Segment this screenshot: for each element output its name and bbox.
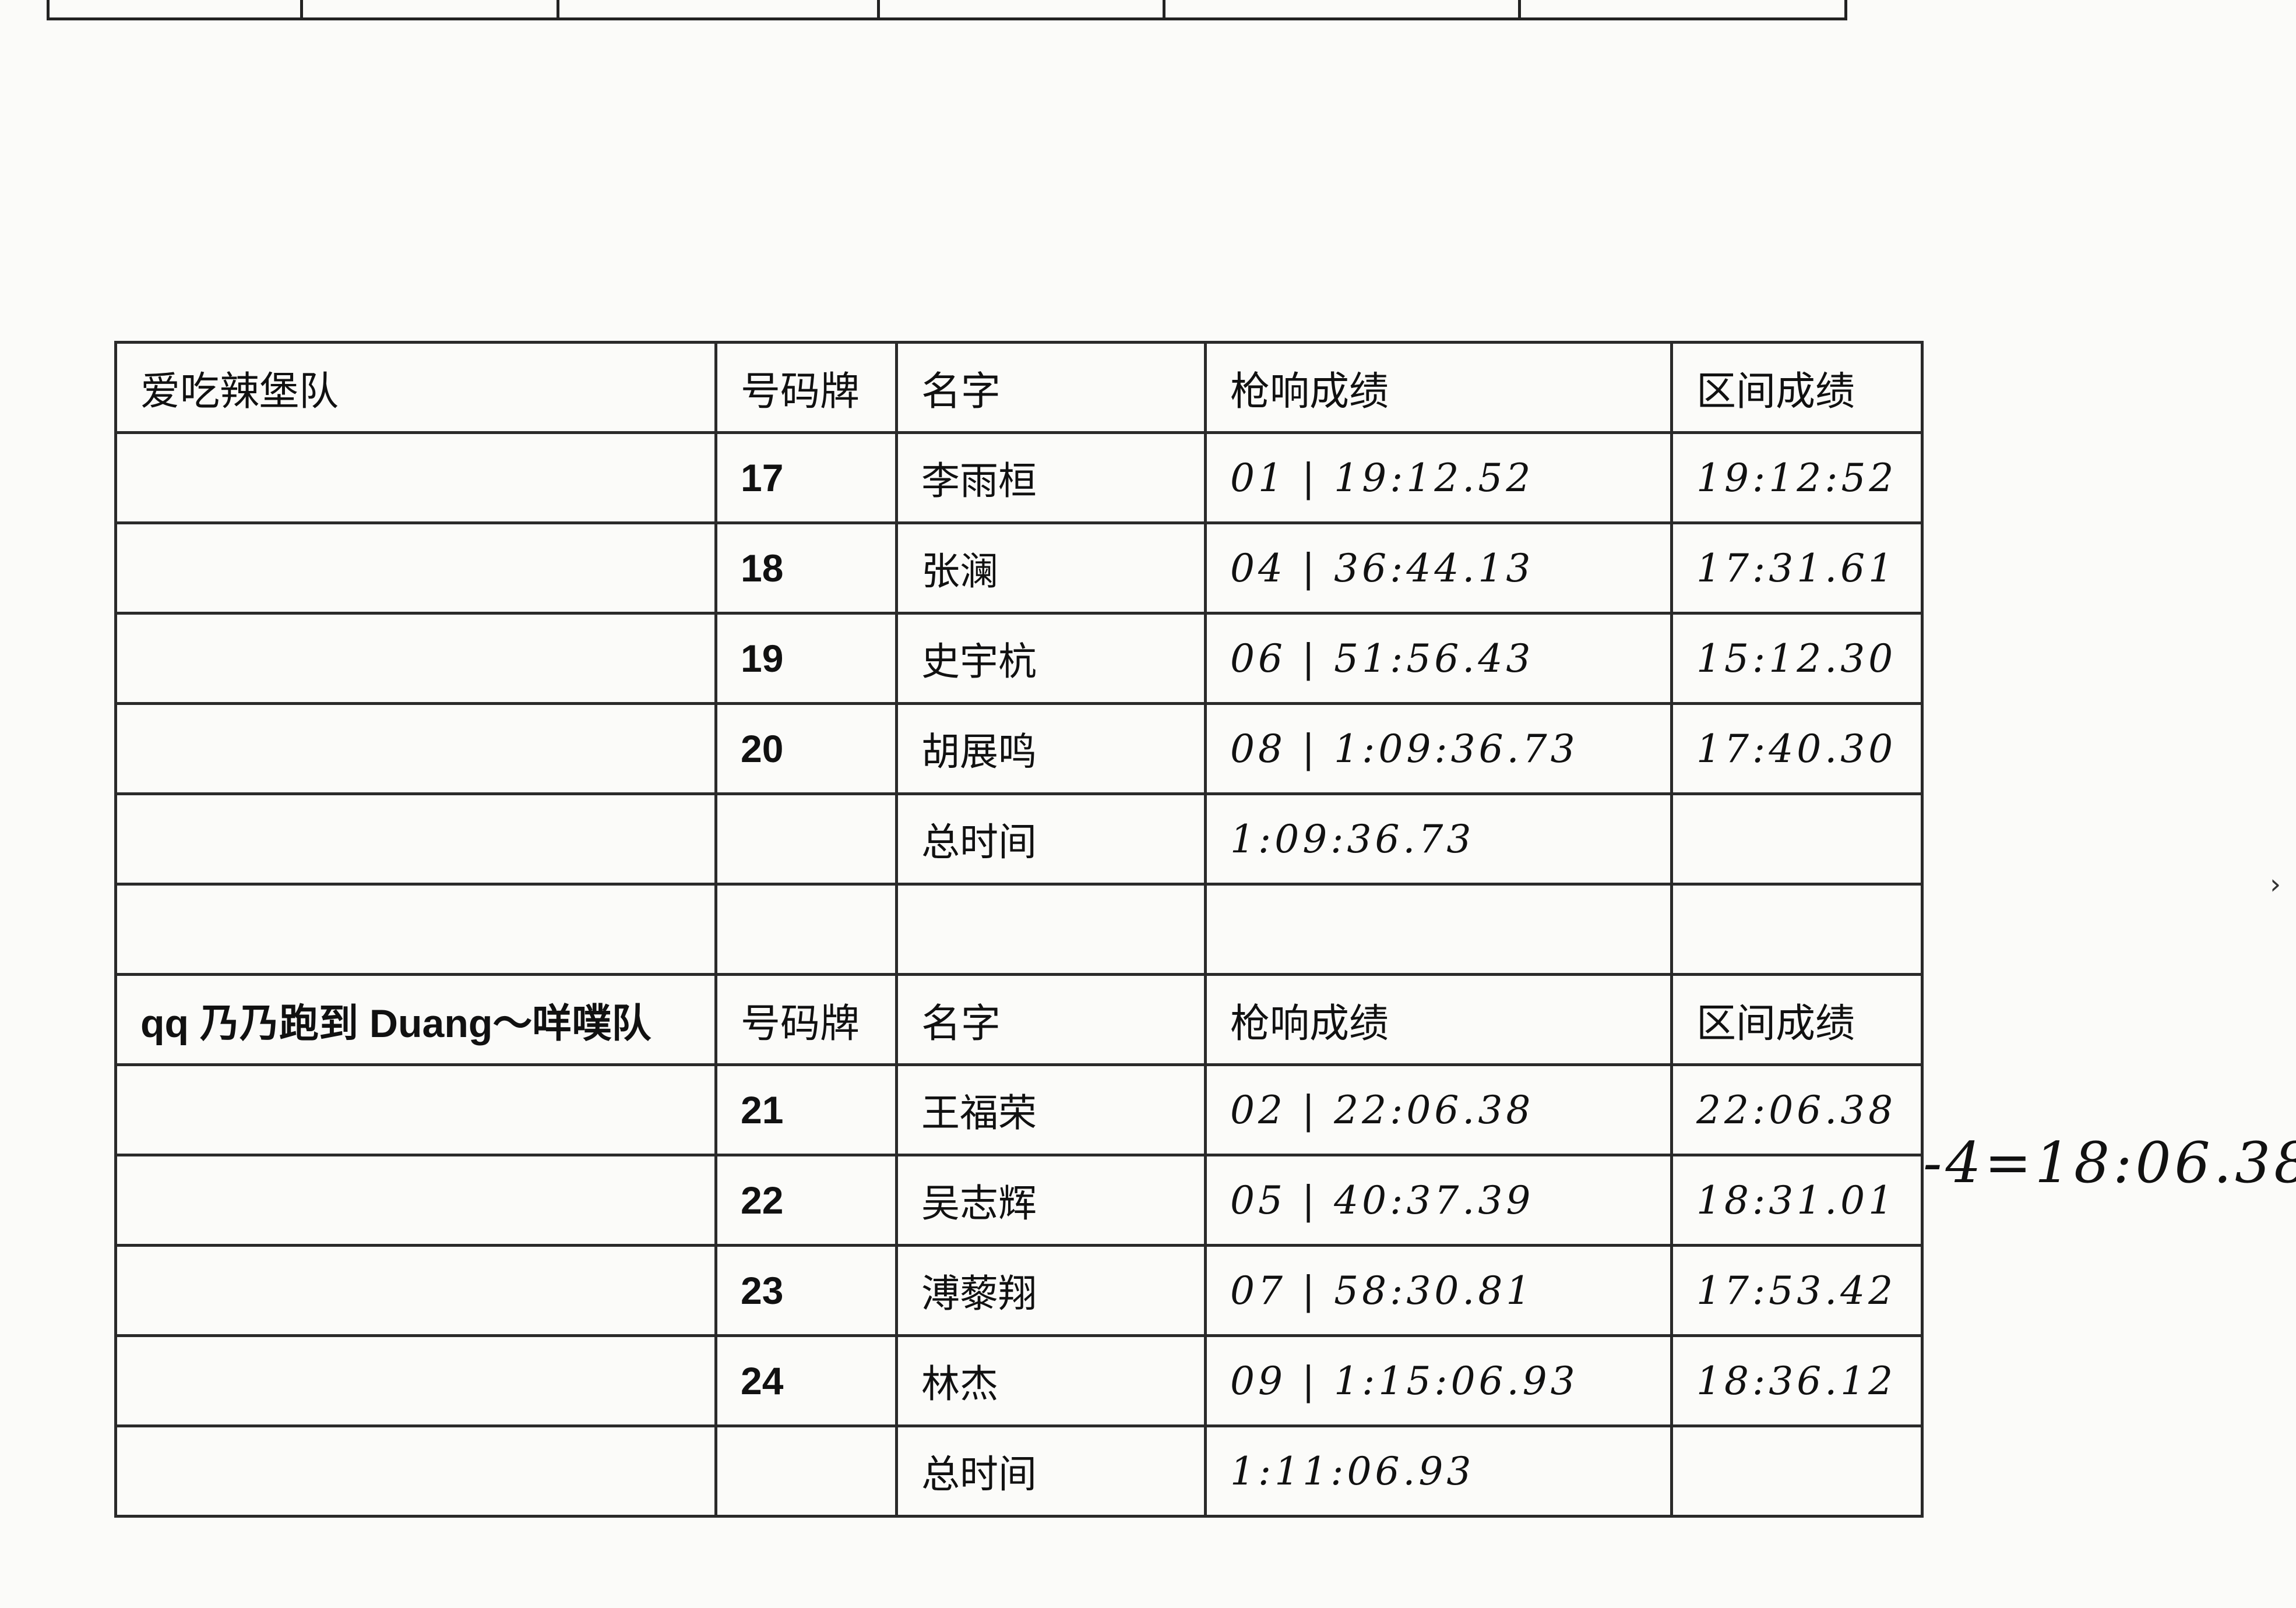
bib-number: 22: [714, 1154, 898, 1247]
bib-number: 23: [714, 1244, 898, 1337]
split-time-header: 区间成绩: [1670, 973, 1924, 1066]
results-table: 爱吃辣堡队 号码牌 名字 枪响成绩 区间成绩 17 李雨桓 01 | 19:12…: [114, 341, 1924, 1518]
team1-header-row: 爱吃辣堡队 号码牌 名字 枪响成绩 区间成绩: [114, 341, 1924, 434]
gun-time: 09 | 1:15:06.93: [1204, 1334, 1673, 1427]
total-time: 1:11:06.93: [1204, 1424, 1673, 1518]
table-row: 21 王福荣 02 | 22:06.38 22:06.38: [114, 1063, 1924, 1156]
spacer-row: [114, 883, 1924, 976]
split-time: 17:40.30: [1670, 702, 1924, 795]
chevron-right-icon: ›: [2270, 868, 2281, 901]
total-row: 总时间 1:11:06.93: [114, 1424, 1924, 1518]
runner-name: 张澜: [895, 521, 1207, 615]
split-time-header: 区间成绩: [1670, 341, 1924, 434]
gun-time: 05 | 40:37.39: [1204, 1154, 1673, 1247]
runner-name: 史宇杭: [895, 612, 1207, 705]
split-time: 17:31.61: [1670, 521, 1924, 615]
team2-header-row: qq 乃乃跑到 Duang～咩噗队 号码牌 名字 枪响成绩 区间成绩: [114, 973, 1924, 1066]
runner-name: 李雨桓: [895, 431, 1207, 524]
team1-name: 爱吃辣堡队: [114, 341, 717, 434]
runner-name: 吴志辉: [895, 1154, 1207, 1247]
team2-name: qq 乃乃跑到 Duang～咩噗队: [114, 973, 717, 1066]
gun-time: 02 | 22:06.38: [1204, 1063, 1673, 1156]
gun-time: 04 | 36:44.13: [1204, 521, 1673, 615]
runner-name: 林杰: [895, 1334, 1207, 1427]
runner-name: 溥藜翔: [895, 1244, 1207, 1337]
gun-time: 06 | 51:56.43: [1204, 612, 1673, 705]
runner-name: 王福荣: [895, 1063, 1207, 1156]
total-label: 总时间: [895, 1424, 1207, 1518]
total-time: 1:09:36.73: [1204, 792, 1673, 886]
split-time: 18:36.12: [1670, 1334, 1924, 1427]
gun-time-header: 枪响成绩: [1204, 341, 1673, 434]
table-row: 20 胡展鸣 08 | 1:09:36.73 17:40.30: [114, 702, 1924, 795]
table-row: 19 史宇杭 06 | 51:56.43 15:12.30: [114, 612, 1924, 705]
total-row: 总时间 1:09:36.73: [114, 792, 1924, 886]
split-time: 18:31.01: [1670, 1154, 1924, 1247]
name-header: 名字: [895, 341, 1207, 434]
table-row: 23 溥藜翔 07 | 58:30.81 17:53.42: [114, 1244, 1924, 1337]
handwritten-side-note: -4=18:06.38: [1923, 1130, 2296, 1196]
runner-name: 胡展鸣: [895, 702, 1207, 795]
bib-number: 21: [714, 1063, 898, 1156]
split-time: 22:06.38: [1670, 1063, 1924, 1156]
gun-time: 01 | 19:12.52: [1204, 431, 1673, 524]
bib-number: 18: [714, 521, 898, 615]
total-label: 总时间: [895, 792, 1207, 886]
split-time: 19:12:52: [1670, 431, 1924, 524]
split-time: 15:12.30: [1670, 612, 1924, 705]
table-row: 22 吴志辉 05 | 40:37.39 18:31.01: [114, 1154, 1924, 1247]
bib-number: 20: [714, 702, 898, 795]
bib-number: 24: [714, 1334, 898, 1427]
top-table-fragment: [47, 0, 1847, 20]
bib-number: 19: [714, 612, 898, 705]
table-row: 17 李雨桓 01 | 19:12.52 19:12:52: [114, 431, 1924, 524]
gun-time-header: 枪响成绩: [1204, 973, 1673, 1066]
gun-time: 07 | 58:30.81: [1204, 1244, 1673, 1337]
gun-time: 08 | 1:09:36.73: [1204, 702, 1673, 795]
name-header: 名字: [895, 973, 1207, 1066]
split-time: 17:53.42: [1670, 1244, 1924, 1337]
bib-header: 号码牌: [714, 973, 898, 1066]
table-row: 18 张澜 04 | 36:44.13 17:31.61: [114, 521, 1924, 615]
bib-header: 号码牌: [714, 341, 898, 434]
bib-number: 17: [714, 431, 898, 524]
table-row: 24 林杰 09 | 1:15:06.93 18:36.12: [114, 1334, 1924, 1427]
